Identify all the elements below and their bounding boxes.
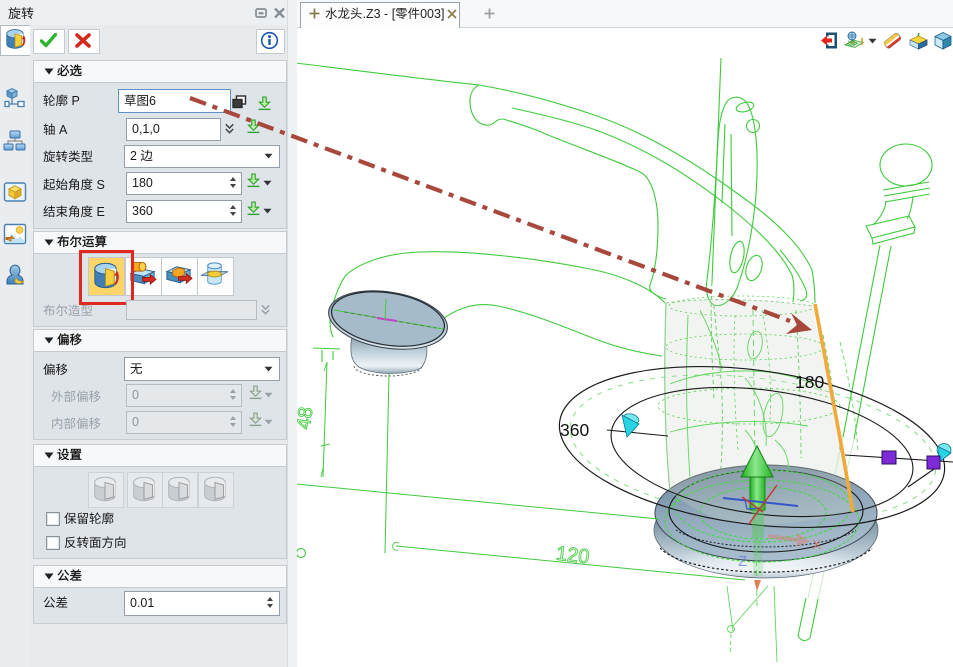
svg-text:A: A <box>59 123 68 137</box>
svg-text:.Z3: .Z3 <box>363 7 381 21</box>
svg-text:S: S <box>97 178 105 192</box>
svg-text:Z: Z <box>738 553 747 570</box>
svg-text:-: - <box>384 7 388 21</box>
svg-text:180: 180 <box>132 176 153 190</box>
svg-text:0: 0 <box>132 388 139 402</box>
svg-text:360: 360 <box>132 204 153 218</box>
svg-text:0.01: 0.01 <box>130 596 154 610</box>
svg-text:E: E <box>97 205 105 219</box>
svg-text:360: 360 <box>560 420 589 440</box>
svg-text:X: X <box>812 536 822 552</box>
svg-text:0,1,0: 0,1,0 <box>132 122 160 136</box>
svg-text:120: 120 <box>555 543 591 569</box>
svg-text:[: [ <box>392 7 396 21</box>
svg-text:003]: 003] <box>420 7 444 21</box>
svg-text:180: 180 <box>795 372 824 392</box>
svg-text:2: 2 <box>130 149 137 163</box>
svg-text:P: P <box>72 94 80 108</box>
svg-text:48: 48 <box>296 406 318 431</box>
svg-text:6: 6 <box>149 94 156 108</box>
svg-text:0: 0 <box>132 415 139 429</box>
